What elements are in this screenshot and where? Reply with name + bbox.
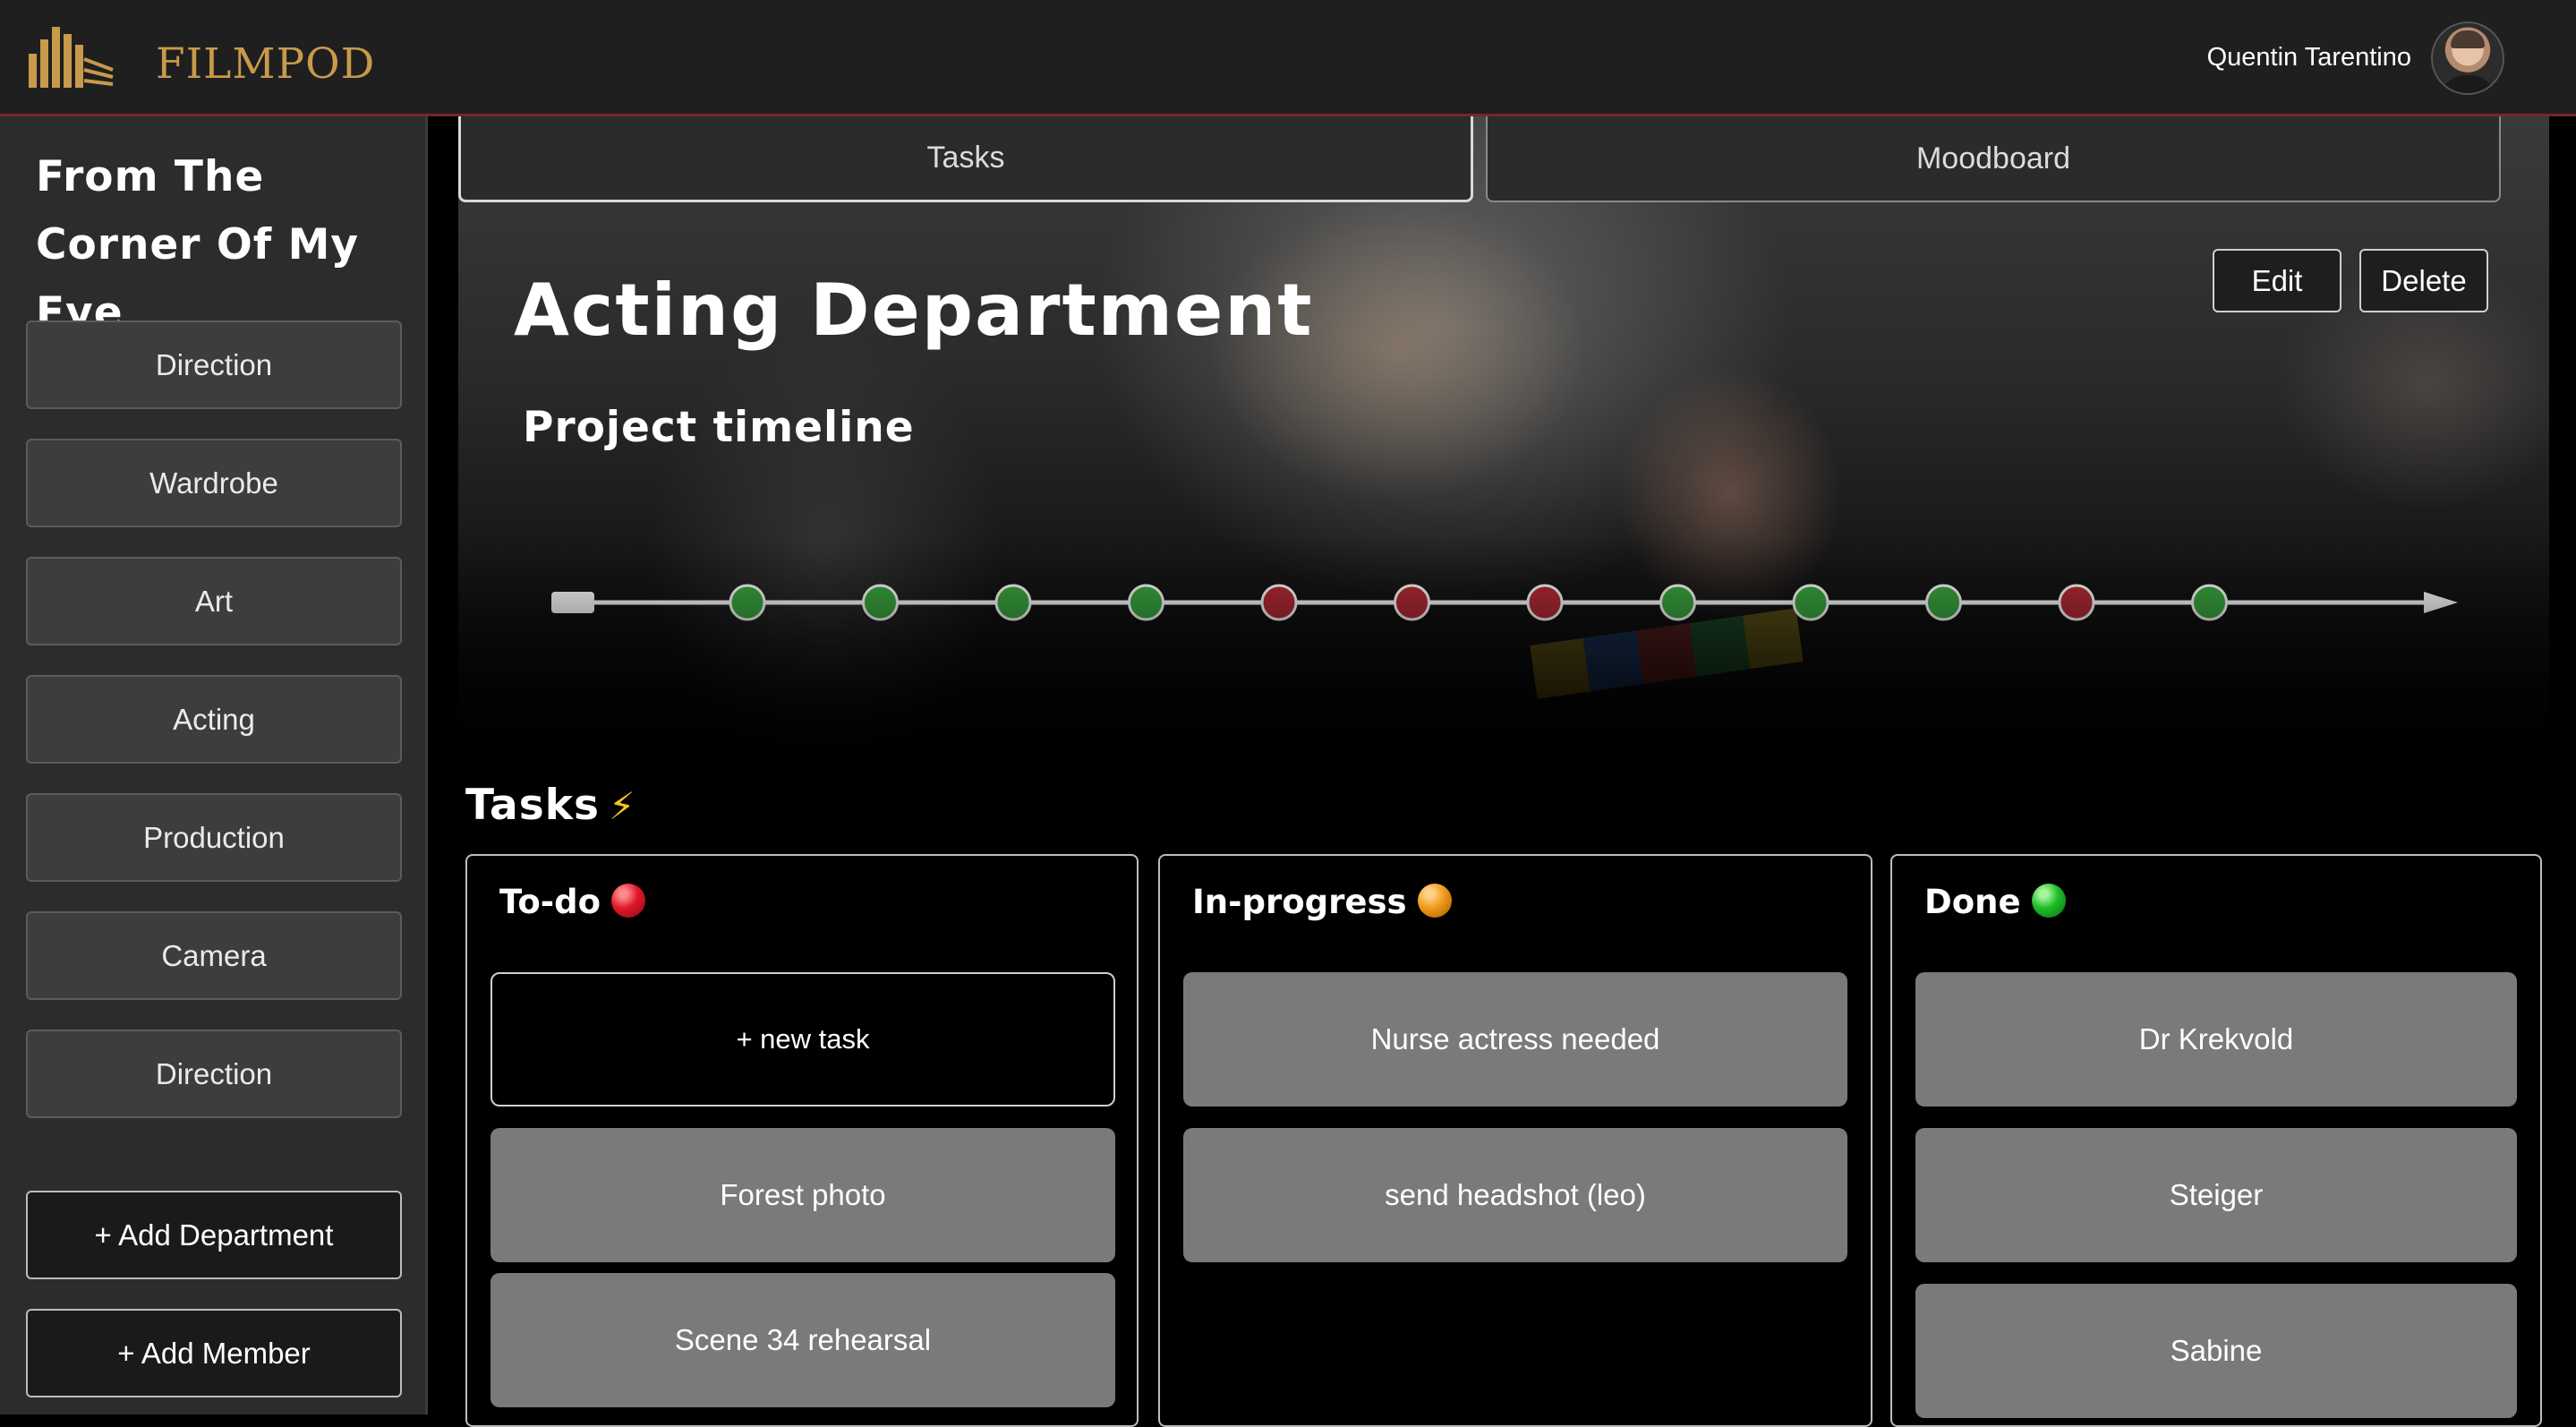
task-card[interactable]: Sabine <box>1915 1284 2517 1418</box>
sidebar-item-acting[interactable]: Acting <box>26 675 402 764</box>
column-title-done: Done <box>1924 883 2066 921</box>
timeline-start-marker[interactable] <box>551 592 594 613</box>
column-done: Done Dr Krekvold Steiger Sabine <box>1890 854 2542 1427</box>
project-title: From The Corner Of My Eye <box>36 152 360 338</box>
timeline-milestone-green[interactable] <box>1659 584 1696 621</box>
timeline-milestone-green[interactable] <box>862 584 899 621</box>
brand-name[interactable]: FILMPOD <box>156 39 375 89</box>
column-title-label: Done <box>1924 883 2021 921</box>
hero-banner: Tasks Moodboard Acting Department Edit D… <box>458 116 2549 770</box>
task-card[interactable]: Forest photo <box>490 1128 1115 1262</box>
filmpod-logo-icon[interactable] <box>25 23 115 90</box>
column-title-in-progress: In-progress <box>1192 883 1452 921</box>
add-department-button[interactable]: + Add Department <box>26 1191 402 1279</box>
user-avatar[interactable] <box>2431 21 2504 95</box>
avatar-hair <box>2451 30 2485 48</box>
sidebar-item-direction[interactable]: Direction <box>26 320 402 409</box>
tasks-heading-label: Tasks <box>465 781 600 830</box>
tasks-heading: Tasks ⚡ <box>465 781 635 830</box>
timeline-milestone-green[interactable] <box>1792 584 1830 621</box>
column-in-progress: In-progress Nurse actress needed send he… <box>1158 854 1872 1427</box>
sidebar-item-wardrobe[interactable]: Wardrobe <box>26 439 402 527</box>
timeline-milestone-green[interactable] <box>994 584 1032 621</box>
timeline-milestone-red[interactable] <box>1394 584 1430 621</box>
timeline-arrow-icon <box>2424 592 2458 613</box>
column-title-todo: To-do <box>499 883 646 921</box>
user-name[interactable]: Quentin Tarentino <box>2207 43 2411 73</box>
lightning-icon: ⚡ <box>608 784 636 828</box>
task-card[interactable]: Dr Krekvold <box>1915 972 2517 1107</box>
timeline-milestone-green[interactable] <box>2191 584 2228 621</box>
red-status-dot-icon <box>611 884 646 918</box>
timeline-milestone-red[interactable] <box>1526 584 1564 621</box>
sidebar-item-camera[interactable]: Camera <box>26 911 402 1000</box>
column-todo: To-do + new task Forest photo Scene 34 r… <box>465 854 1139 1427</box>
timeline-milestone-green[interactable] <box>1925 584 1962 621</box>
timeline-milestone-green[interactable] <box>729 584 766 621</box>
sidebar-item-direction-2[interactable]: Direction <box>26 1030 402 1118</box>
add-member-button[interactable]: + Add Member <box>26 1309 402 1397</box>
timeline-milestone-green[interactable] <box>1128 584 1164 621</box>
new-task-button[interactable]: + new task <box>490 972 1115 1107</box>
avatar-shirt <box>2440 75 2495 93</box>
column-title-label: In-progress <box>1192 883 1407 921</box>
task-card[interactable]: Scene 34 rehearsal <box>490 1273 1115 1407</box>
main-content: Tasks Moodboard Acting Department Edit D… <box>428 116 2576 1427</box>
top-bar: FILMPOD Quentin Tarentino <box>0 0 2576 116</box>
clapperboard-image <box>1530 608 1804 699</box>
timeline-milestone-red[interactable] <box>1260 584 1298 621</box>
green-status-dot-icon <box>2031 884 2066 918</box>
project-timeline <box>551 584 2458 621</box>
orange-status-dot-icon <box>1417 884 1452 918</box>
task-card[interactable]: Nurse actress needed <box>1183 972 1847 1107</box>
task-card[interactable]: send headshot (leo) <box>1183 1128 1847 1262</box>
column-title-label: To-do <box>499 883 601 921</box>
sidebar: From The Corner Of My Eye Direction Ward… <box>0 116 428 1414</box>
timeline-milestone-red[interactable] <box>2058 584 2095 621</box>
sidebar-item-production[interactable]: Production <box>26 793 402 882</box>
sidebar-item-art[interactable]: Art <box>26 557 402 645</box>
task-card[interactable]: Steiger <box>1915 1128 2517 1262</box>
